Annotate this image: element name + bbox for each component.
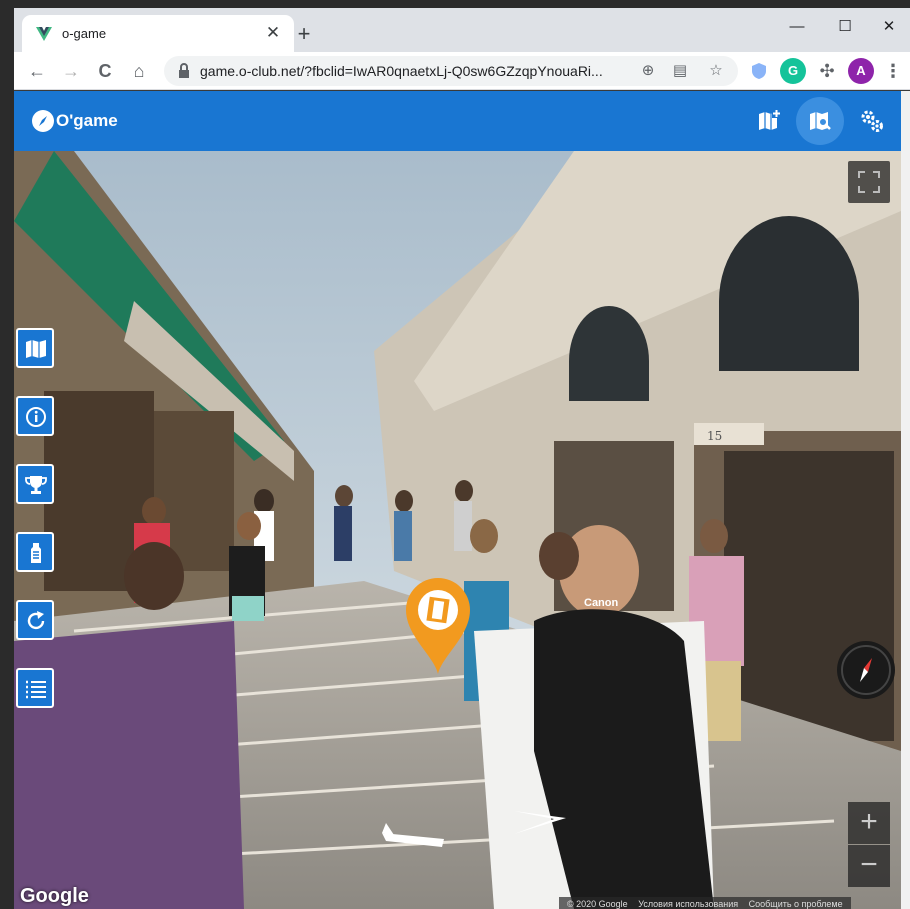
back-button[interactable]: ← <box>24 58 50 84</box>
fullscreen-icon <box>858 171 880 193</box>
address-bar[interactable]: game.o-club.net/?fbclid=IwAR0qnaetxLj-Q0… <box>164 56 738 86</box>
shield-extension-icon[interactable] <box>746 58 772 84</box>
tab-close-icon[interactable]: ✕ <box>262 22 284 44</box>
map-search-icon <box>810 112 831 130</box>
translate-icon[interactable]: ▤ <box>668 59 692 83</box>
terms-link[interactable]: Условия использования <box>634 899 742 909</box>
zoom-out-button[interactable]: − <box>848 845 890 887</box>
lock-icon <box>179 63 189 78</box>
fullscreen-button[interactable] <box>848 161 890 203</box>
reload-button[interactable]: C <box>92 58 118 84</box>
copyright-text: © 2020 Google <box>567 899 628 909</box>
close-window-button[interactable]: ✕ <box>866 12 910 42</box>
maximize-button[interactable]: ☐ <box>822 12 868 42</box>
info-icon <box>26 407 46 427</box>
profile-avatar[interactable]: A <box>848 58 874 84</box>
add-map-button[interactable] <box>745 97 793 145</box>
trophy-icon <box>25 476 47 494</box>
map-button[interactable] <box>16 328 54 368</box>
map-icon <box>26 340 46 358</box>
compass-button[interactable] <box>837 641 895 699</box>
grammarly-extension-icon[interactable]: G <box>780 58 806 84</box>
bag-brand-label: Canon <box>584 597 619 609</box>
page-scrollbar[interactable] <box>901 91 910 909</box>
attribution-bar: © 2020 Google Условия использования Сооб… <box>559 897 851 909</box>
forward-button[interactable]: → <box>58 58 84 84</box>
panorama-image[interactable]: 15 Canon <box>14 151 901 909</box>
refresh-icon <box>27 611 45 630</box>
vue-favicon-icon <box>36 27 52 41</box>
bookmark-star-icon[interactable]: ☆ <box>704 59 728 83</box>
refresh-button[interactable] <box>16 600 54 640</box>
browser-toolbar: ← → C ⌂ game.o-club.net/?fbclid=IwAR0qna… <box>14 52 910 90</box>
ranking-button[interactable] <box>16 532 54 572</box>
browser-tab-strip: o-game ✕ + — ☐ ✕ <box>14 8 910 52</box>
home-button[interactable]: ⌂ <box>126 58 152 84</box>
list-icon <box>26 680 46 699</box>
google-logo[interactable]: Google <box>20 885 89 908</box>
ranking-icon <box>31 543 41 563</box>
shop-number: 15 <box>707 429 722 443</box>
location-marker-icon[interactable] <box>404 576 472 676</box>
zoom-in-button[interactable]: + <box>848 802 890 844</box>
extensions-puzzle-icon[interactable]: ✣ <box>814 58 840 84</box>
street-view-panorama[interactable]: 15 Canon + − Google © 2020 Google Услови… <box>14 151 901 909</box>
trophy-button[interactable] <box>16 464 54 504</box>
tab-title: o-game <box>62 26 107 41</box>
browser-tab[interactable]: o-game ✕ <box>22 15 294 52</box>
info-button[interactable] <box>16 396 54 436</box>
menu-kebab-icon[interactable]: ⋮ <box>880 58 906 84</box>
settings-icon <box>861 110 883 132</box>
new-tab-button[interactable]: + <box>290 20 318 48</box>
add-map-icon <box>759 109 781 130</box>
app-header: O'game <box>14 91 901 151</box>
add-icon[interactable]: ⊕ <box>636 59 660 83</box>
screen: o-game ✕ + — ☐ ✕ ← → C ⌂ game.o-club.net… <box>0 0 910 909</box>
minimize-button[interactable]: — <box>774 12 820 42</box>
url-text: game.o-club.net/?fbclid=IwAR0qnaetxLj-Q0… <box>200 63 603 79</box>
settings-button[interactable] <box>848 97 896 145</box>
list-button[interactable] <box>16 668 54 708</box>
compass-icon <box>841 645 891 695</box>
map-search-button[interactable] <box>796 97 844 145</box>
desktop-background <box>0 0 14 909</box>
report-problem-link[interactable]: Сообщить о проблеме <box>745 899 847 909</box>
app-logo[interactable]: O'game <box>32 108 118 134</box>
compass-logo-icon <box>32 110 54 132</box>
app-brand: O'game <box>56 111 118 130</box>
